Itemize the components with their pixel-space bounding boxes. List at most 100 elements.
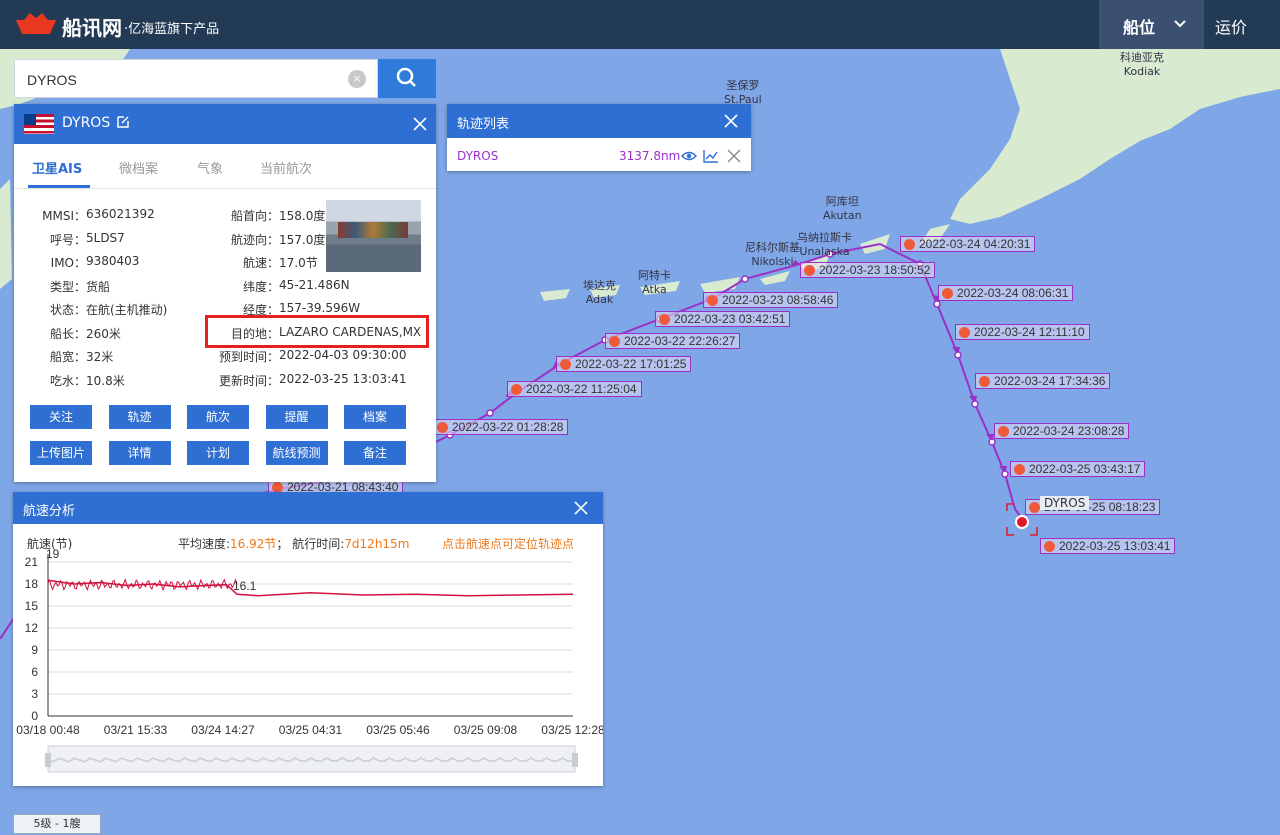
speed-series-line [47, 579, 574, 597]
track-point-label[interactable]: 2022-03-25 03:43:17 [1010, 461, 1146, 477]
track-point-label[interactable]: 2022-03-24 23:08:28 [994, 423, 1130, 439]
y-tick-label: 12 [25, 621, 39, 635]
field-value: 9380403 [86, 254, 140, 268]
action-button[interactable]: 详情 [108, 441, 171, 465]
track-point-label[interactable]: 2022-03-22 01:28:28 [433, 419, 569, 435]
speed-chart[interactable]: 0 3 6 9 12 15 18 21 03/18 00:48 03/21 15:33 03/24 … [13, 524, 603, 786]
search-box: × [14, 59, 378, 98]
field-label: 航速： [242, 256, 279, 270]
y-tick-label: 0 [31, 709, 38, 723]
place-kodiak: 科迪亚克 Kodiak [1120, 51, 1164, 78]
place-nikolski: 尼科尔斯基 Nikolski [745, 241, 800, 268]
track-list-header: 轨迹列表 [447, 104, 751, 138]
track-point-label[interactable]: 2022-03-24 17:34:36 [975, 373, 1111, 389]
field-value: 32米 [86, 350, 114, 364]
track-point-time: 2022-03-24 08:06:31 [957, 286, 1069, 300]
track-list-panel: 轨迹列表 DYROS 3137.8nm [447, 104, 751, 171]
action-button[interactable]: 备注 [344, 441, 406, 465]
x-tick-label: 03/24 14:27 [191, 723, 255, 737]
track-point-label[interactable]: 2022-03-23 08:58:46 [703, 292, 839, 308]
field-label: MMSI： [42, 209, 86, 223]
field-value: 260米 [86, 326, 121, 341]
action-button[interactable]: 上传图片 [30, 441, 92, 465]
logo-subtitle: ·亿海蓝旗下产品 [124, 22, 220, 37]
close-icon[interactable] [412, 116, 428, 132]
edit-icon[interactable] [116, 115, 130, 129]
search-icon [396, 67, 416, 87]
chart-icon[interactable] [703, 149, 719, 163]
track-point-label[interactable]: 2022-03-24 08:06:31 [938, 285, 1074, 301]
action-button[interactable]: 航次 [187, 405, 249, 429]
track-point-label[interactable]: 2022-03-22 17:01:25 [556, 356, 692, 372]
tab-weather[interactable]: 气象 [197, 158, 223, 177]
action-button[interactable]: 航线预测 [265, 441, 328, 465]
y-tick-label: 6 [31, 665, 38, 679]
field-value: 157-39.596W [279, 301, 361, 315]
speed-panel-header: 航速分析 [13, 492, 603, 524]
action-button[interactable]: 轨迹 [108, 405, 171, 429]
ship-photo[interactable] [326, 200, 421, 272]
track-point-label[interactable]: 2022-03-22 11:25:04 [507, 381, 642, 397]
speed-point-icon [659, 314, 670, 325]
place-adak: 埃达克 Adak [583, 279, 616, 306]
track-point-label[interactable]: 2022-03-23 18:50:52 [800, 262, 936, 278]
track-point-time: 2022-03-24 23:08:28 [1013, 424, 1125, 438]
range-handle-left [45, 753, 51, 767]
clear-icon[interactable]: × [348, 70, 366, 88]
track-point-time: 2022-03-22 11:25:04 [526, 382, 637, 396]
field-label: 船宽： [49, 350, 86, 364]
field-value: 157.0度 [279, 232, 326, 247]
speed-point-icon [511, 384, 522, 395]
track-ship-name[interactable]: DYROS [457, 149, 498, 163]
track-point-time: 2022-03-24 04:20:31 [919, 237, 1031, 251]
speed-point-icon [979, 376, 990, 387]
field-label: IMO： [50, 256, 86, 270]
tab-satellite-ais[interactable]: 卫星AIS [32, 158, 82, 177]
nav-ship-position[interactable]: 船位 [1099, 0, 1204, 49]
track-point-time: 2022-03-23 03:42:51 [674, 312, 786, 326]
close-icon[interactable] [573, 500, 589, 516]
x-tick-label: 03/25 05:46 [366, 723, 430, 737]
search-button[interactable] [378, 59, 436, 98]
track-distance: 3137.8nm [619, 149, 681, 163]
action-button[interactable]: 档案 [344, 405, 406, 429]
place-unalaska: 乌纳拉斯卡 Unalaska [797, 231, 852, 258]
speed-point-icon [942, 288, 953, 299]
field-value: 2022-04-03 09:30:00 [279, 348, 407, 362]
action-button[interactable]: 关注 [30, 405, 92, 429]
destination-highlight [205, 315, 429, 348]
y-tick-label: 21 [25, 555, 39, 569]
field-label: 呼号： [49, 232, 86, 247]
action-button[interactable]: 计划 [187, 441, 249, 465]
x-tick-label: 03/25 12:28 [541, 723, 603, 737]
track-point-label[interactable]: 2022-03-24 04:20:31 [900, 236, 1036, 252]
x-tick-label: 03/25 04:31 [279, 723, 343, 737]
nav-freight[interactable]: 运价 [1215, 14, 1247, 38]
logo-text[interactable]: 船讯网 [62, 12, 122, 41]
speed-point-icon [437, 422, 448, 433]
field-label: 状态： [49, 303, 86, 317]
speed-point-icon [1044, 541, 1055, 552]
remove-icon[interactable] [727, 149, 741, 163]
field-label: 航迹向： [230, 232, 279, 247]
ship-map-label[interactable]: DYROS [1040, 496, 1090, 510]
action-button[interactable]: 提醒 [265, 405, 328, 429]
field-label: 预到时间： [218, 350, 279, 364]
speed-panel-title: 航速分析 [23, 504, 76, 519]
y-tick-label: 15 [25, 599, 39, 613]
track-point-label[interactable]: 2022-03-22 22:26:27 [605, 333, 741, 349]
track-point-label[interactable]: 2022-03-23 03:42:51 [655, 311, 791, 327]
track-point-time: 2022-03-25 03:43:17 [1029, 462, 1141, 476]
search-input[interactable] [25, 68, 329, 92]
close-icon[interactable] [723, 113, 739, 129]
eye-icon[interactable] [681, 149, 697, 163]
field-value: 5LDS7 [86, 230, 125, 245]
track-point-label[interactable]: 2022-03-24 12:11:10 [955, 324, 1090, 340]
track-point-time: 2022-03-22 17:01:25 [575, 357, 687, 371]
place-akutan: 阿库坦 Akutan [823, 195, 862, 222]
x-tick-label: 03/21 15:33 [104, 723, 168, 737]
track-point-label[interactable]: 2022-03-25 13:03:41 [1040, 538, 1176, 554]
tab-profile[interactable]: 微档案 [119, 158, 158, 177]
speed-point-icon [1029, 502, 1040, 513]
tab-current-voyage[interactable]: 当前航次 [260, 158, 312, 177]
